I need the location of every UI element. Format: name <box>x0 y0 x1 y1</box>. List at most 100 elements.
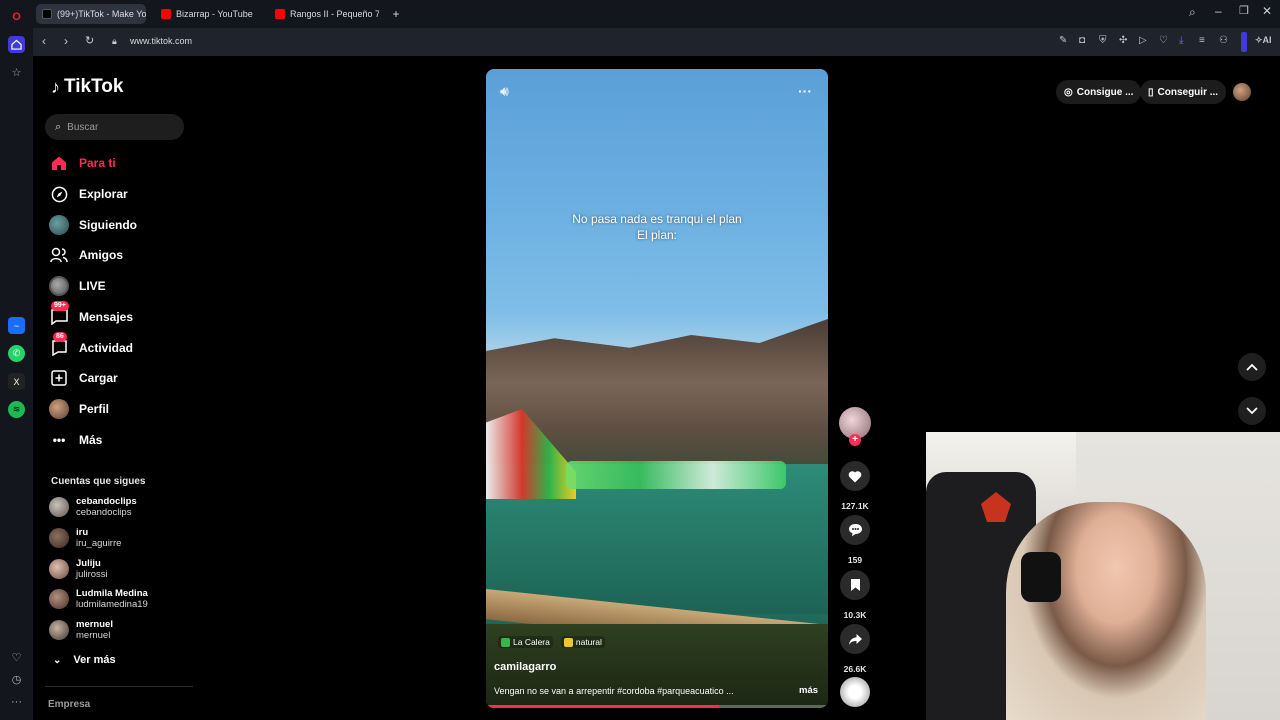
share-icon[interactable] <box>840 624 870 654</box>
star-icon[interactable]: ☆ <box>8 64 25 81</box>
ai-button[interactable]: ✧AI <box>1255 35 1272 46</box>
menu-icon[interactable]: ≡ <box>1199 35 1205 46</box>
following-heading: Cuentas que sigues <box>51 476 146 487</box>
opera-logo-icon[interactable]: O <box>8 8 25 25</box>
heart-icon[interactable] <box>840 461 870 491</box>
home-icon[interactable] <box>8 36 25 53</box>
user-avatar[interactable] <box>1233 83 1251 101</box>
minimize-button[interactable]: – <box>1215 4 1222 18</box>
following-account[interactable]: iru iru_aguirre <box>49 527 121 549</box>
url-field[interactable]: www.tiktok.com <box>130 36 192 46</box>
home-icon <box>49 153 69 173</box>
comment-icon[interactable] <box>840 515 870 545</box>
bookmark-icon[interactable] <box>840 570 870 600</box>
follow-plus-button[interactable]: + <box>849 434 861 446</box>
restore-button[interactable]: ❐ <box>1239 4 1249 17</box>
back-icon[interactable]: ‹ <box>42 34 46 48</box>
like-action[interactable]: 127.1K <box>839 461 871 511</box>
following-account[interactable]: Juliju julirossi <box>49 558 108 580</box>
headset-icon <box>1021 552 1061 602</box>
nav-para-ti[interactable]: Para ti <box>49 151 116 175</box>
video-author[interactable]: camilagarro <box>494 661 556 673</box>
nav-perfil[interactable]: Perfil <box>49 397 109 421</box>
share-action[interactable]: 26.6K <box>839 624 871 674</box>
whatsapp-icon[interactable]: ✆ <box>8 345 25 362</box>
music-disc-icon[interactable] <box>840 677 870 707</box>
messenger-icon[interactable]: ~ <box>8 317 25 334</box>
close-window-button[interactable]: ✕ <box>1262 4 1272 18</box>
nav-actividad[interactable]: 86 Actividad <box>49 332 133 360</box>
phone-icon: ▯ <box>1148 86 1154 98</box>
x-twitter-icon[interactable]: X <box>8 373 25 390</box>
search-input[interactable] <box>67 121 168 133</box>
forward-icon[interactable]: › <box>64 34 68 48</box>
download-icon[interactable]: ⤓ <box>1179 35 1183 46</box>
tab-tiktok[interactable]: (99+)TikTok - Make Your Day <box>36 4 146 24</box>
following-account[interactable]: Ludmila Medina ludmilamedina19 <box>49 588 148 610</box>
volume-icon[interactable]: 🔊︎ <box>500 83 509 100</box>
chevron-down-icon: ⌄ <box>53 654 62 666</box>
profile-icon[interactable]: ⚇ <box>1219 35 1228 46</box>
footer-link-empresa[interactable]: Empresa <box>48 699 90 710</box>
location-tag[interactable]: La Calera <box>498 636 553 648</box>
video-caption: Vengan no se van a arrepentir #cordoba #… <box>494 686 734 696</box>
nav-live[interactable]: LIVE <box>49 274 106 298</box>
tab-youtube-rangos[interactable]: Rangos II - Pequeño 77 ft. C... <box>269 4 379 24</box>
avatar <box>49 497 69 517</box>
tiktok-note-icon: ♪ <box>51 76 60 97</box>
nav-siguiendo[interactable]: Siguiendo <box>49 213 137 237</box>
browser-address-bar: ‹ › ↻ 🔒︎ www.tiktok.com ✎ ◘ ⛨ ✣ ▷ ♡ ⤓ ≡ … <box>33 28 1280 56</box>
new-tab-button[interactable]: + <box>387 4 405 24</box>
get-app-button[interactable]: ▯ Conseguir ... <box>1140 80 1227 104</box>
next-video-button[interactable] <box>1238 397 1266 425</box>
comment-count: 159 <box>847 555 863 565</box>
video-player[interactable]: 🔊︎ ··· No pasa nada es tranqui el plan E… <box>486 69 828 708</box>
nav-mas[interactable]: ••• Más <box>49 428 103 452</box>
profile-avatar-icon <box>49 399 69 419</box>
nav-mensajes[interactable]: 99+ Mensajes <box>49 301 133 329</box>
tiktok-favicon-icon <box>42 9 52 19</box>
player-icon[interactable]: ▷ <box>1139 35 1147 46</box>
video-options-icon[interactable]: ··· <box>798 83 812 99</box>
nav-amigos[interactable]: Amigos <box>49 243 123 267</box>
nav-cargar[interactable]: Cargar <box>49 366 118 390</box>
youtube-favicon-icon <box>161 9 171 19</box>
reload-icon[interactable]: ↻ <box>85 34 94 47</box>
previous-video-button[interactable] <box>1238 353 1266 381</box>
category-icon <box>563 637 573 647</box>
video-progress-bar[interactable] <box>486 705 828 708</box>
sidebar-toggle[interactable] <box>1241 32 1247 52</box>
edit-icon[interactable]: ✎ <box>1059 35 1067 46</box>
following-account[interactable]: cebandoclips cebandoclips <box>49 496 137 518</box>
shield-icon[interactable]: ⛨ <box>1099 35 1107 46</box>
search-box[interactable]: ⌕ <box>45 114 184 140</box>
video-overlay-text: No pasa nada es tranqui el plan El plan: <box>572 212 742 242</box>
nav-explorar[interactable]: Explorar <box>49 182 128 206</box>
heart-outline-icon[interactable]: ♡ <box>8 649 25 666</box>
comment-action[interactable]: 159 <box>839 515 871 565</box>
search-tabs-icon[interactable]: ⌕ <box>1189 5 1196 20</box>
chevron-up-icon <box>1246 358 1258 376</box>
following-account[interactable]: mernuel mernuel <box>49 619 113 641</box>
caption-more-button[interactable]: más <box>799 685 818 696</box>
see-more-button[interactable]: ⌄ Ver más <box>53 654 116 666</box>
heart-icon[interactable]: ♡ <box>1159 35 1168 46</box>
tab-youtube-bizarrap[interactable]: Bizarrap - YouTube <box>155 4 265 24</box>
location-pin-icon <box>501 637 510 647</box>
tiktok-logo[interactable]: ♪ TikTok <box>51 76 123 98</box>
extensions-icon[interactable]: ✣ <box>1119 35 1127 46</box>
category-tag[interactable]: natural <box>560 636 605 648</box>
camera-icon[interactable]: ◘ <box>1079 35 1085 46</box>
video-progress-fill <box>486 705 719 708</box>
activity-badge: 86 <box>53 332 67 342</box>
history-clock-icon[interactable]: ◷ <box>8 671 25 688</box>
compass-icon <box>49 184 69 204</box>
avatar <box>49 620 69 640</box>
get-coins-button[interactable]: ◎ Consigue ... <box>1056 80 1142 104</box>
messages-icon: 99+ <box>49 301 69 327</box>
divider <box>45 686 193 687</box>
more-dots-icon[interactable]: ··· <box>8 693 25 710</box>
spotify-icon[interactable]: ≋ <box>8 401 25 418</box>
following-avatar-icon <box>49 215 69 235</box>
save-action[interactable]: 10.3K <box>839 570 871 620</box>
